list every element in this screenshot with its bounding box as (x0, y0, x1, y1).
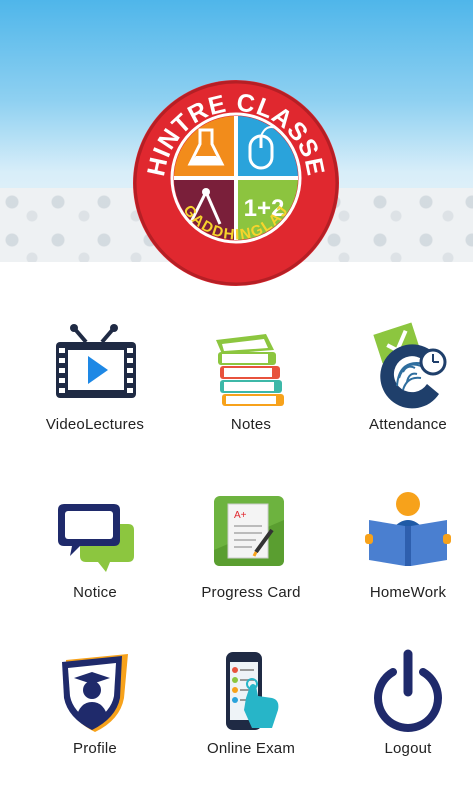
reading-student-icon (363, 490, 453, 580)
fingerprint-clock-icon (363, 322, 453, 412)
books-stack-icon (206, 322, 296, 412)
menu-notes[interactable]: Notes (176, 322, 326, 452)
menu-attendance[interactable]: Attendance (333, 322, 473, 452)
menu-label: Notes (230, 416, 272, 433)
shintre-classes-logo: 1+2 SHINTRE CLASSES GADDHINGLAJ (122, 56, 341, 288)
menu-profile[interactable]: Profile (20, 646, 170, 776)
menu-homework[interactable]: HomeWork (333, 490, 473, 620)
menu-progress-card[interactable]: A+ Progress Card (176, 490, 326, 620)
menu-label: Progress Card (201, 584, 301, 601)
menu-label: Online Exam (206, 740, 296, 757)
menu-label: Attendance (369, 416, 447, 433)
graduate-shield-icon (50, 646, 140, 736)
svg-text:A+: A+ (234, 510, 247, 521)
menu-label: Notice (73, 584, 117, 601)
menu-label: VideoLectures (45, 416, 145, 433)
menu-label: HomeWork (369, 584, 447, 601)
menu-label: Logout (384, 740, 432, 757)
menu-logout[interactable]: Logout (333, 646, 473, 776)
video-tv-icon (50, 322, 140, 412)
menu-online-exam[interactable]: Online Exam (176, 646, 326, 776)
report-card-icon: A+ (206, 490, 296, 580)
menu-videolectures[interactable]: VideoLectures (20, 322, 170, 452)
menu-notice[interactable]: Notice (20, 490, 170, 620)
chat-bubbles-icon (50, 490, 140, 580)
menu-grid: VideoLectures Notes Attendance Notice A+… (0, 300, 473, 800)
menu-label: Profile (73, 740, 117, 757)
power-icon (363, 646, 453, 736)
phone-touch-icon (206, 646, 296, 736)
